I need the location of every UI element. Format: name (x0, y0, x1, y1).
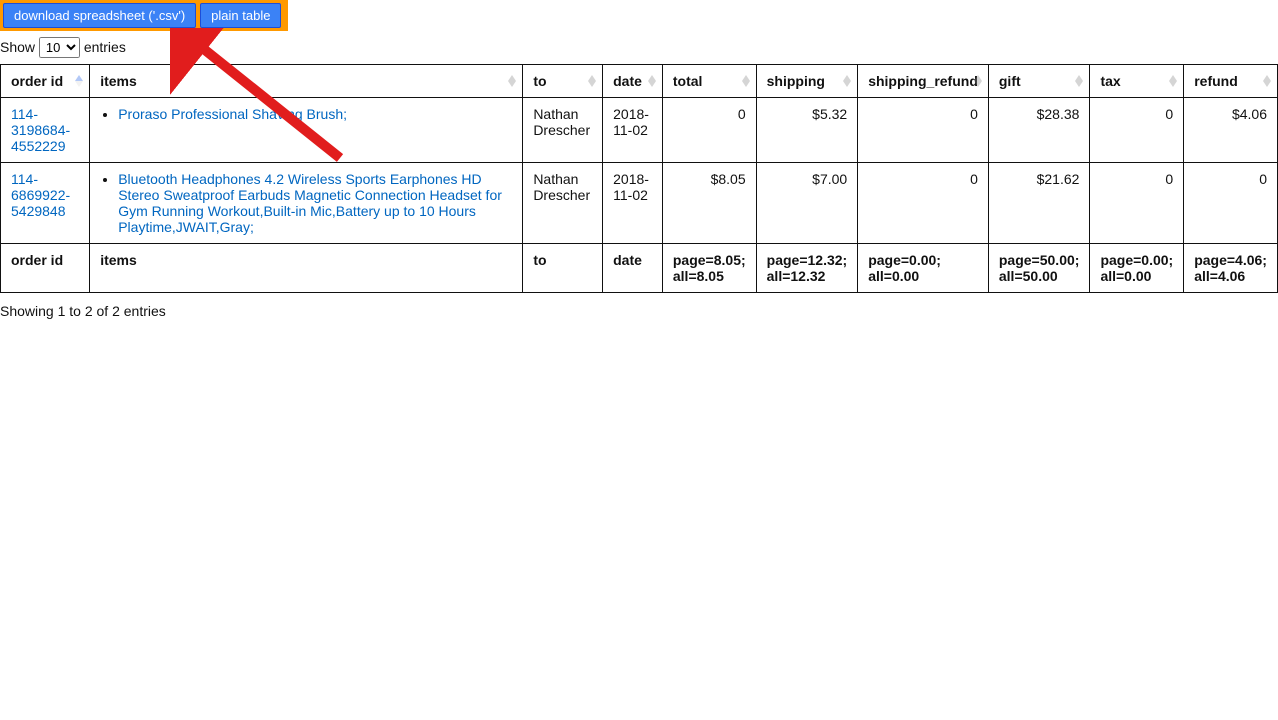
cell-shipping: $5.32 (756, 98, 858, 163)
table-footer-row: order id items to date page=8.05; all=8.… (1, 244, 1278, 293)
col-label: to (533, 73, 546, 89)
cell-total: 0 (662, 98, 756, 163)
cell-refund: $4.06 (1184, 98, 1278, 163)
showing-info: Showing 1 to 2 of 2 entries (0, 303, 1278, 319)
foot-tax: page=0.00; all=0.00 (1090, 244, 1184, 293)
foot-shipping-refund: page=0.00; all=0.00 (858, 244, 989, 293)
foot-shipping: page=12.32; all=12.32 (756, 244, 858, 293)
col-items[interactable]: items (90, 65, 523, 98)
sort-icon (1075, 75, 1083, 87)
plain-table-button[interactable]: plain table (200, 3, 281, 28)
download-csv-button[interactable]: download spreadsheet ('.csv') (3, 3, 196, 28)
sort-icon (588, 75, 596, 87)
order-id-link[interactable]: 114-6869922-5429848 (11, 171, 70, 219)
col-label: date (613, 73, 642, 89)
foot-items: items (90, 244, 523, 293)
col-shipping[interactable]: shipping (756, 65, 858, 98)
col-to[interactable]: to (523, 65, 603, 98)
cell-to: Nathan Drescher (523, 163, 603, 244)
item-link[interactable]: Bluetooth Headphones 4.2 Wireless Sports… (118, 171, 502, 235)
cell-date: 2018-11-02 (603, 163, 663, 244)
cell-refund: 0 (1184, 163, 1278, 244)
entries-control: Show 10 entries (0, 37, 1278, 58)
table-wrap: order id items to (0, 64, 1278, 293)
foot-refund: page=4.06; all=4.06 (1184, 244, 1278, 293)
cell-to: Nathan Drescher (523, 98, 603, 163)
col-tax[interactable]: tax (1090, 65, 1184, 98)
sort-icon (974, 75, 982, 87)
table-row: 114-6869922-5429848 Bluetooth Headphones… (1, 163, 1278, 244)
show-label-suffix: entries (84, 39, 126, 55)
col-label: refund (1194, 73, 1238, 89)
col-label: shipping_refund (868, 73, 978, 89)
col-date[interactable]: date (603, 65, 663, 98)
toolbar: download spreadsheet ('.csv') plain tabl… (0, 0, 288, 31)
orders-table: order id items to (0, 64, 1278, 293)
col-label: tax (1100, 73, 1120, 89)
cell-date: 2018-11-02 (603, 98, 663, 163)
col-label: items (100, 73, 137, 89)
foot-to: to (523, 244, 603, 293)
cell-tax: 0 (1090, 98, 1184, 163)
order-id-link[interactable]: 114-3198684-4552229 (11, 106, 70, 154)
entries-select[interactable]: 10 (39, 37, 80, 58)
foot-date: date (603, 244, 663, 293)
foot-gift: page=50.00; all=50.00 (988, 244, 1090, 293)
cell-shipping: $7.00 (756, 163, 858, 244)
show-label-prefix: Show (0, 39, 35, 55)
sort-icon (1169, 75, 1177, 87)
cell-gift: $28.38 (988, 98, 1090, 163)
col-shipping-refund[interactable]: shipping_refund (858, 65, 989, 98)
cell-tax: 0 (1090, 163, 1184, 244)
col-refund[interactable]: refund (1184, 65, 1278, 98)
col-label: gift (999, 73, 1021, 89)
cell-total: $8.05 (662, 163, 756, 244)
sort-icon (508, 75, 516, 87)
sort-icon (1263, 75, 1271, 87)
col-label: shipping (767, 73, 825, 89)
cell-shipping-refund: 0 (858, 163, 989, 244)
item-link[interactable]: Proraso Professional Shaving Brush; (118, 106, 347, 122)
cell-shipping-refund: 0 (858, 98, 989, 163)
table-row: 114-3198684-4552229 Proraso Professional… (1, 98, 1278, 163)
col-gift[interactable]: gift (988, 65, 1090, 98)
foot-order-id: order id (1, 244, 90, 293)
col-label: total (673, 73, 703, 89)
sort-icon (742, 75, 750, 87)
foot-total: page=8.05; all=8.05 (662, 244, 756, 293)
sort-icon (843, 75, 851, 87)
col-total[interactable]: total (662, 65, 756, 98)
sort-icon (75, 75, 83, 87)
cell-gift: $21.62 (988, 163, 1090, 244)
sort-icon (648, 75, 656, 87)
col-order-id[interactable]: order id (1, 65, 90, 98)
col-label: order id (11, 73, 63, 89)
